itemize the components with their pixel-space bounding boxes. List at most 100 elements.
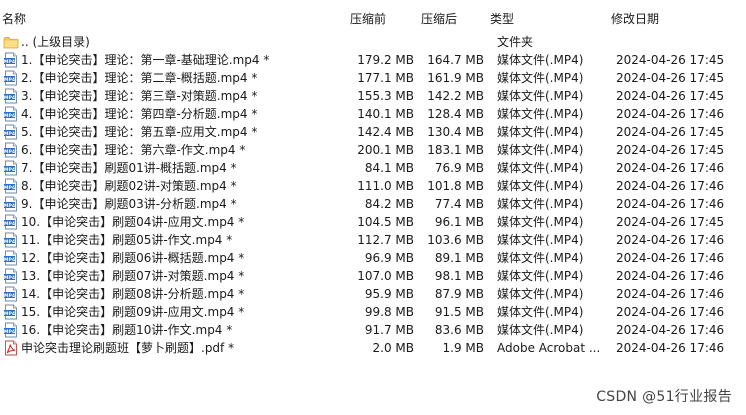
file-row[interactable]: MP4 9.【申论突击】刷题03讲-分析题.mp4 * 84.2 MB 77.4 MB… — [0, 195, 746, 213]
file-type: 媒体文件(.MP4) — [497, 287, 584, 301]
packed-size: 99.8 MB — [364, 305, 414, 319]
file-name: 12.【申论突击】刷题06讲-概括题.mp4 * — [21, 251, 245, 265]
unpacked-size: 87.9 MB — [434, 287, 484, 301]
file-row[interactable]: MP4 5.【申论突击】理论：第五章-应用文.mp4 * 142.4 MB 130.4… — [0, 123, 746, 141]
modified-date: 2024-04-26 17:45 — [616, 89, 725, 103]
unpacked-size: 101.8 MB — [427, 179, 484, 193]
unpacked-size: 1.9 MB — [442, 341, 484, 355]
packed-size: 142.4 MB — [357, 125, 414, 139]
unpacked-size: 164.7 MB — [427, 53, 484, 67]
mp4-file-icon: MP4 — [3, 214, 19, 230]
mp4-file-icon: MP4 — [3, 268, 19, 284]
file-name: 4.【申论突击】理论：第四章-分析题.mp4 * — [21, 107, 258, 121]
svg-text:MP4: MP4 — [4, 59, 15, 65]
file-type: 媒体文件(.MP4) — [497, 179, 584, 193]
column-header-name[interactable]: 名称 — [2, 10, 26, 27]
packed-size: 177.1 MB — [357, 71, 414, 85]
file-name: 14.【申论突击】刷题08讲-分析题.mp4 * — [21, 287, 245, 301]
file-type: 媒体文件(.MP4) — [497, 197, 584, 211]
packed-size: 104.5 MB — [357, 215, 414, 229]
packed-size: 2.0 MB — [372, 341, 414, 355]
modified-date: 2024-04-26 17:46 — [616, 107, 725, 121]
file-type: Adobe Acrobat ... — [497, 341, 601, 355]
packed-size: 200.1 MB — [357, 143, 414, 157]
packed-size — [343, 33, 414, 51]
modified-date: 2024-04-26 17:46 — [616, 341, 725, 355]
file-row[interactable]: MP4 4.【申论突击】理论：第四章-分析题.mp4 * 140.1 MB 128.4… — [0, 105, 746, 123]
svg-text:MP4: MP4 — [4, 239, 15, 245]
mp4-file-icon: MP4 — [3, 142, 19, 158]
modified-date: 2024-04-26 17:45 — [616, 53, 725, 67]
parent-directory-row[interactable]: .. (上级目录) 文件夹 — [0, 33, 746, 51]
file-row[interactable]: MP4 12.【申论突击】刷题06讲-概括题.mp4 * 96.9 MB 89.1 M… — [0, 249, 746, 267]
file-row[interactable]: MP4 8.【申论突击】刷题02讲-对策题.mp4 * 111.0 MB 101.8 … — [0, 177, 746, 195]
unpacked-size: 142.2 MB — [427, 89, 484, 103]
mp4-file-icon: MP4 — [3, 250, 19, 266]
svg-text:MP4: MP4 — [4, 275, 15, 281]
file-row[interactable]: MP4 7.【申论突击】刷题01讲-概括题.mp4 * 84.1 MB 76.9 MB… — [0, 159, 746, 177]
file-row[interactable]: MP4 2.【申论突击】理论：第二章-概括题.mp4 * 177.1 MB 161.9… — [0, 69, 746, 87]
packed-size: 95.9 MB — [364, 287, 414, 301]
mp4-file-icon: MP4 — [3, 286, 19, 302]
mp4-file-icon: MP4 — [3, 70, 19, 86]
unpacked-size: 76.9 MB — [434, 161, 484, 175]
modified-date: 2024-04-26 17:45 — [616, 215, 725, 229]
archive-file-list-window: 名称 压缩前 压缩后 类型 修改日期 .. (上级目录) 文件夹 MP4 1.【申论突… — [0, 0, 746, 415]
svg-text:MP4: MP4 — [4, 185, 15, 191]
file-name: 7.【申论突击】刷题01讲-概括题.mp4 * — [21, 161, 237, 175]
unpacked-size: 130.4 MB — [427, 125, 484, 139]
unpacked-size — [414, 33, 484, 51]
modified-date: 2024-04-26 17:45 — [616, 125, 725, 139]
svg-text:MP4: MP4 — [4, 167, 15, 173]
file-type: 媒体文件(.MP4) — [497, 125, 584, 139]
unpacked-size: 89.1 MB — [434, 251, 484, 265]
column-header-bar: 名称 压缩前 压缩后 类型 修改日期 — [0, 0, 746, 28]
modified-date: 2024-04-26 17:46 — [616, 161, 725, 175]
column-header-unpacked-size[interactable]: 压缩后 — [421, 10, 457, 27]
file-type: 媒体文件(.MP4) — [497, 53, 584, 67]
packed-size: 91.7 MB — [364, 323, 414, 337]
column-header-modified-date[interactable]: 修改日期 — [611, 10, 659, 27]
file-row[interactable]: MP4 6.【申论突击】理论：第六章-作文.mp4 * 200.1 MB 183.1 … — [0, 141, 746, 159]
file-name: 9.【申论突击】刷题03讲-分析题.mp4 * — [21, 197, 237, 211]
packed-size: 179.2 MB — [357, 53, 414, 67]
file-row[interactable]: MP4 1.【申论突击】理论：第一章-基础理论.mp4 * 179.2 MB 164.… — [0, 51, 746, 69]
packed-size: 111.0 MB — [357, 179, 414, 193]
packed-size: 112.7 MB — [357, 233, 414, 247]
mp4-file-icon: MP4 — [3, 106, 19, 122]
file-row[interactable]: MP4 15.【申论突击】刷题09讲-应用文.mp4 * 99.8 MB 91.5 M… — [0, 303, 746, 321]
file-type: 媒体文件(.MP4) — [497, 89, 584, 103]
column-header-type[interactable]: 类型 — [490, 10, 514, 27]
file-type: 媒体文件(.MP4) — [497, 251, 584, 265]
file-type: 媒体文件(.MP4) — [497, 71, 584, 85]
svg-text:MP4: MP4 — [4, 311, 15, 317]
svg-text:MP4: MP4 — [4, 77, 15, 83]
unpacked-size: 77.4 MB — [434, 197, 484, 211]
file-row[interactable]: MP4 16.【申论突击】刷题10讲-作文.mp4 * 91.7 MB 83.6 MB… — [0, 321, 746, 339]
file-row[interactable]: 申论突击理论刷题班【萝卜刷题】.pdf * 2.0 MB 1.9 MB Adobe A… — [0, 339, 746, 357]
packed-size: 96.9 MB — [364, 251, 414, 265]
modified-date: 2024-04-26 17:46 — [616, 197, 725, 211]
modified-date: 2024-04-26 17:46 — [616, 323, 725, 337]
mp4-file-icon: MP4 — [3, 88, 19, 104]
unpacked-size: 83.6 MB — [434, 323, 484, 337]
packed-size: 107.0 MB — [357, 269, 414, 283]
file-row[interactable]: MP4 14.【申论突击】刷题08讲-分析题.mp4 * 95.9 MB 87.9 M… — [0, 285, 746, 303]
file-type: 媒体文件(.MP4) — [497, 107, 584, 121]
file-type: 媒体文件(.MP4) — [497, 305, 584, 319]
svg-text:MP4: MP4 — [4, 95, 15, 101]
mp4-file-icon: MP4 — [3, 124, 19, 140]
unpacked-size: 128.4 MB — [427, 107, 484, 121]
file-row[interactable]: MP4 10.【申论突击】刷题04讲-应用文.mp4 * 104.5 MB 96.1 … — [0, 213, 746, 231]
packed-size: 155.3 MB — [357, 89, 414, 103]
file-row[interactable]: MP4 11.【申论突击】刷题05讲-作文.mp4 * 112.7 MB 103.6 … — [0, 231, 746, 249]
unpacked-size: 183.1 MB — [427, 143, 484, 157]
file-type: 媒体文件(.MP4) — [497, 215, 584, 229]
folder-up-icon — [3, 34, 19, 50]
modified-date — [616, 33, 746, 51]
column-header-packed-size[interactable]: 压缩前 — [350, 10, 386, 27]
file-row[interactable]: MP4 13.【申论突击】刷题07讲-对策题.mp4 * 107.0 MB 98.1 … — [0, 267, 746, 285]
unpacked-size: 103.6 MB — [427, 233, 484, 247]
mp4-file-icon: MP4 — [3, 322, 19, 338]
file-row[interactable]: MP4 3.【申论突击】理论：第三章-对策题.mp4 * 155.3 MB 142.2… — [0, 87, 746, 105]
